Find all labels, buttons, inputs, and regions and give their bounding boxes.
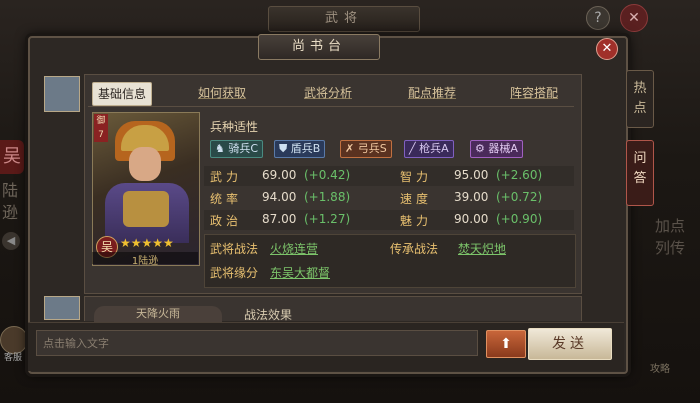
tab-hot[interactable]: 热点 <box>626 70 654 128</box>
tactic-name-button[interactable]: 天降火雨 <box>94 306 222 322</box>
troop-shield-label: 盾兵B <box>290 142 321 155</box>
inherit-tactic-link[interactable]: 焚天炽地 <box>458 240 506 257</box>
customer-service-label: 客服 <box>3 353 22 363</box>
tactic-effect-title: 战法效果 <box>244 308 293 322</box>
tab-qa[interactable]: 问答 <box>626 140 654 206</box>
troop-spear: ╱ 枪兵A <box>404 140 454 158</box>
help-icon[interactable]: ? <box>586 6 610 30</box>
message-avatar-2[interactable] <box>44 296 80 320</box>
bond-link[interactable]: 东吴大都督 <box>270 264 330 281</box>
tactic-link[interactable]: 火烧连营 <box>270 240 318 257</box>
tab-general-analysis[interactable]: 武将分析 <box>304 82 352 104</box>
stat-value-politics: 87.00 <box>262 212 297 226</box>
send-button[interactable]: 发送 <box>528 328 612 360</box>
message-avatar[interactable] <box>44 76 80 112</box>
stat-inc-politics: (+1.27) <box>304 212 351 226</box>
troop-siege: ⚙ 器械A <box>470 140 523 158</box>
bond-label: 武将缘分 <box>210 266 259 280</box>
stat-value-command: 94.00 <box>262 190 297 204</box>
horse-icon: ♞ <box>215 142 225 155</box>
dialog-close-button[interactable]: ✕ <box>596 38 618 60</box>
background-right-column: 加点列传 <box>654 217 685 257</box>
tactic-label: 武将战法 <box>210 242 259 256</box>
stat-inc-command: (+1.88) <box>304 190 351 204</box>
stat-label-force: 武力 <box>210 170 243 184</box>
dialog-title: 尚书台 <box>258 34 380 60</box>
tab-basic-info[interactable]: 基础信息 <box>92 82 153 106</box>
troop-shield: ⛊ 盾兵B <box>274 140 326 158</box>
faction-seal-icon: 吴 <box>0 140 24 174</box>
chevron-left-icon[interactable]: ◀ <box>2 232 20 250</box>
tab-how-to-get[interactable]: 如何获取 <box>198 82 246 104</box>
stat-value-charm: 90.00 <box>454 212 489 226</box>
stat-label-intellect: 智力 <box>400 170 433 184</box>
stat-label-command: 统率 <box>210 192 243 206</box>
spear-icon: ╱ <box>409 142 416 155</box>
stat-inc-speed: (+0.72) <box>496 190 543 204</box>
inherit-tactic-label: 传承战法 <box>390 242 439 256</box>
tab-qa-label: 问答 <box>633 151 647 186</box>
stat-value-intellect: 95.00 <box>454 168 489 182</box>
arrow-up-icon: ⬆ <box>500 336 512 352</box>
troop-cavalry: ♞ 骑兵C <box>210 140 264 158</box>
stat-value-speed: 39.00 <box>454 190 489 204</box>
troop-section-title: 兵种适性 <box>210 120 259 134</box>
rank-tag: 御7 <box>94 114 108 142</box>
stat-inc-force: (+0.42) <box>304 168 351 182</box>
stat-value-force: 69.00 <box>262 168 297 182</box>
background-general-name: 陆逊 <box>2 181 19 222</box>
troop-spear-label: 枪兵A <box>419 142 449 155</box>
stat-inc-charm: (+0.90) <box>496 212 543 226</box>
troop-cavalry-label: 骑兵C <box>228 142 259 155</box>
bow-icon: ✗ <box>345 142 355 155</box>
tab-point-recommend[interactable]: 配点推荐 <box>408 82 456 104</box>
star-rating: ★★★★★ <box>120 236 174 250</box>
tab-lineup[interactable]: 阵容搭配 <box>510 82 558 104</box>
stat-inc-intellect: (+2.60) <box>496 168 543 182</box>
chat-input[interactable]: 点击输入文字 <box>36 330 478 356</box>
shield-icon: ⛊ <box>279 142 288 155</box>
stat-label-politics: 政治 <box>210 214 243 228</box>
troop-siege-label: 器械A <box>488 142 518 155</box>
general-level: 1陆逊 <box>92 252 198 267</box>
troop-archer-label: 弓兵S <box>357 142 387 155</box>
background-guide-label: 攻略 <box>650 364 670 375</box>
tab-hot-label: 热点 <box>633 81 647 116</box>
stat-label-speed: 速度 <box>400 192 433 206</box>
background-close-icon[interactable]: ✕ <box>620 4 648 32</box>
troop-archer: ✗ 弓兵S <box>340 140 392 158</box>
stat-label-charm: 魅力 <box>400 214 433 228</box>
background-window-title: 武将 <box>268 6 420 32</box>
scroll-up-button[interactable]: ⬆ <box>486 330 526 358</box>
gear-icon: ⚙ <box>475 142 485 155</box>
